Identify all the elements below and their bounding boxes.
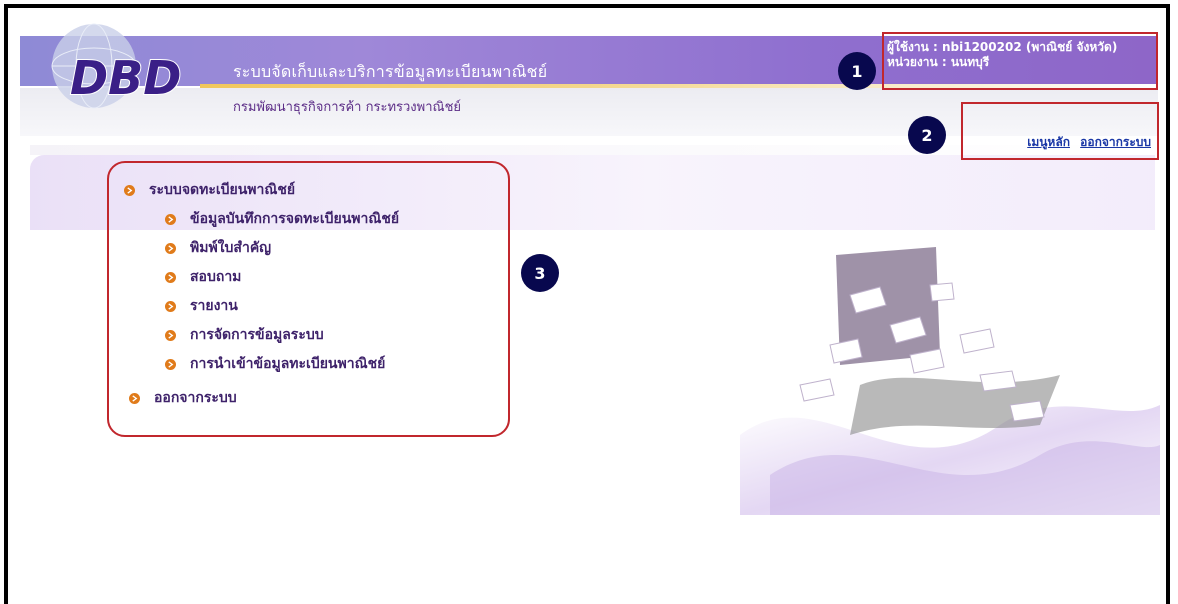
documents-illustration xyxy=(740,247,1160,515)
annotation-badge-1: 1 xyxy=(838,52,876,90)
main-menu-link[interactable]: เมนูหลัก xyxy=(1027,135,1070,149)
nav-links-box: เมนูหลัก ออกจากระบบ xyxy=(961,102,1159,160)
top-nav: เมนูหลัก ออกจากระบบ xyxy=(1021,133,1151,152)
main-menu-box xyxy=(107,161,510,437)
annotation-badge-2: 2 xyxy=(908,116,946,154)
user-line: ผู้ใช้งาน : nbi1200202 (พาณิชย์ จังหวัด) xyxy=(887,40,1118,54)
department-title: กรมพัฒนาธุรกิจการค้า กระทรวงพาณิชย์ xyxy=(233,100,462,115)
system-title: ระบบจัดเก็บและบริการข้อมูลทะเบียนพาณิชย์ xyxy=(233,62,548,81)
annotation-badge-3: 3 xyxy=(521,254,559,292)
logout-link[interactable]: ออกจากระบบ xyxy=(1080,135,1151,149)
dbd-logo: DBD xyxy=(51,23,182,109)
user-info-box: ผู้ใช้งาน : nbi1200202 (พาณิชย์ จังหวัด)… xyxy=(882,32,1158,90)
logo-text: DBD xyxy=(70,51,181,105)
unit-line: หน่วยงาน : นนทบุรี xyxy=(887,55,990,69)
